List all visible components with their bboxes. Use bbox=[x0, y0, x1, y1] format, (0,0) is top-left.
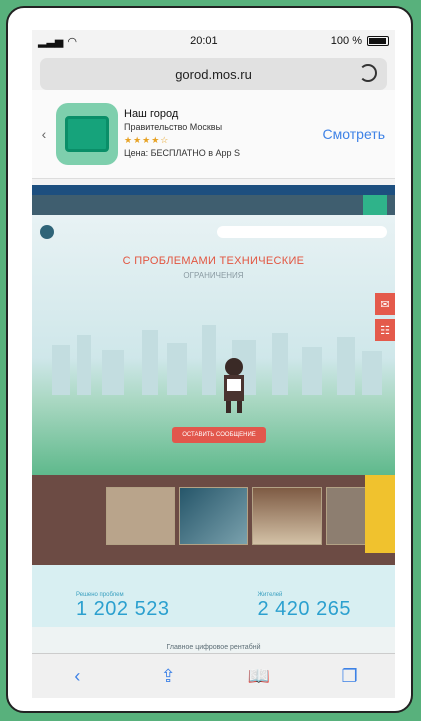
app-price: Цена: БЕСПЛАТНО в App S bbox=[124, 148, 241, 158]
site-topbar bbox=[32, 185, 395, 195]
wifi-icon: ◠ bbox=[67, 35, 77, 48]
back-icon[interactable]: ‹ bbox=[66, 665, 88, 687]
address-bar[interactable]: gorod.mos.ru bbox=[40, 58, 387, 90]
gallery-thumb[interactable] bbox=[105, 487, 175, 545]
menu-active-tab[interactable] bbox=[363, 195, 387, 215]
battery-icon bbox=[366, 36, 389, 46]
reload-icon[interactable] bbox=[359, 64, 377, 82]
sidebar-badge-bottom[interactable]: ☷ bbox=[375, 319, 395, 341]
app-publisher: Правительство Москвы bbox=[124, 122, 223, 132]
gallery-side-tab[interactable] bbox=[365, 475, 395, 553]
signal-icon: ▂▃▅ bbox=[38, 35, 64, 48]
mascot-illustration bbox=[224, 358, 244, 413]
clock: 20:01 bbox=[190, 35, 218, 47]
hero-section: С ПРОБЛЕМАМИ ТЕХНИЧЕСКИЕ ОГРАНИЧЕНИЯ ✉ ☷… bbox=[32, 215, 395, 475]
gallery-label bbox=[36, 487, 102, 565]
smart-app-banner[interactable]: ‹ Наш город Правительство Москвы ★★★★☆ Ц… bbox=[32, 90, 395, 179]
status-bar: ▂▃▅ ◠ 20:01 100 % bbox=[32, 30, 395, 52]
stats-panel: Решено проблем 1 202 523 Жителей 2 420 2… bbox=[32, 565, 395, 627]
bookmarks-icon[interactable]: 📖 bbox=[248, 665, 270, 687]
hero-subline: ОГРАНИЧЕНИЯ bbox=[183, 271, 244, 280]
stat-solved-value: 1 202 523 bbox=[76, 598, 170, 620]
close-icon[interactable]: ‹ bbox=[38, 126, 50, 142]
sidebar-badge-top[interactable]: ✉ bbox=[375, 293, 395, 315]
gallery-strip[interactable] bbox=[32, 475, 395, 565]
browser-toolbar: ‹ ⇪ 📖 ❐ bbox=[32, 653, 395, 698]
rating-stars: ★★★★☆ bbox=[124, 135, 170, 145]
screen: ▂▃▅ ◠ 20:01 100 % gorod.mos.ru ‹ Наш гор… bbox=[32, 30, 395, 698]
phone-frame: ▂▃▅ ◠ 20:01 100 % gorod.mos.ru ‹ Наш гор… bbox=[6, 6, 413, 713]
stat-users: Жителей 2 420 265 bbox=[257, 592, 351, 620]
site-menu[interactable] bbox=[32, 195, 395, 215]
share-icon[interactable]: ⇪ bbox=[157, 665, 179, 687]
gallery-thumb[interactable] bbox=[178, 487, 249, 545]
gallery-thumb[interactable] bbox=[252, 487, 322, 545]
view-app-button[interactable]: Смотреть bbox=[323, 126, 389, 142]
hero-headline: С ПРОБЛЕМАМИ ТЕХНИЧЕСКИЕ bbox=[122, 255, 305, 267]
battery-percent: 100 % bbox=[330, 35, 362, 47]
stat-solved: Решено проблем 1 202 523 bbox=[76, 592, 170, 620]
stat-users-value: 2 420 265 bbox=[257, 598, 351, 620]
url-text: gorod.mos.ru bbox=[175, 66, 252, 82]
report-problem-button[interactable]: ОСТАВИТЬ СООБЩЕНИЕ bbox=[172, 427, 266, 443]
tabs-icon[interactable]: ❐ bbox=[339, 665, 361, 687]
site-search-input[interactable] bbox=[217, 226, 387, 238]
site-logo-icon[interactable] bbox=[40, 225, 54, 239]
app-title: Наш город bbox=[124, 108, 179, 120]
app-icon bbox=[56, 103, 118, 165]
